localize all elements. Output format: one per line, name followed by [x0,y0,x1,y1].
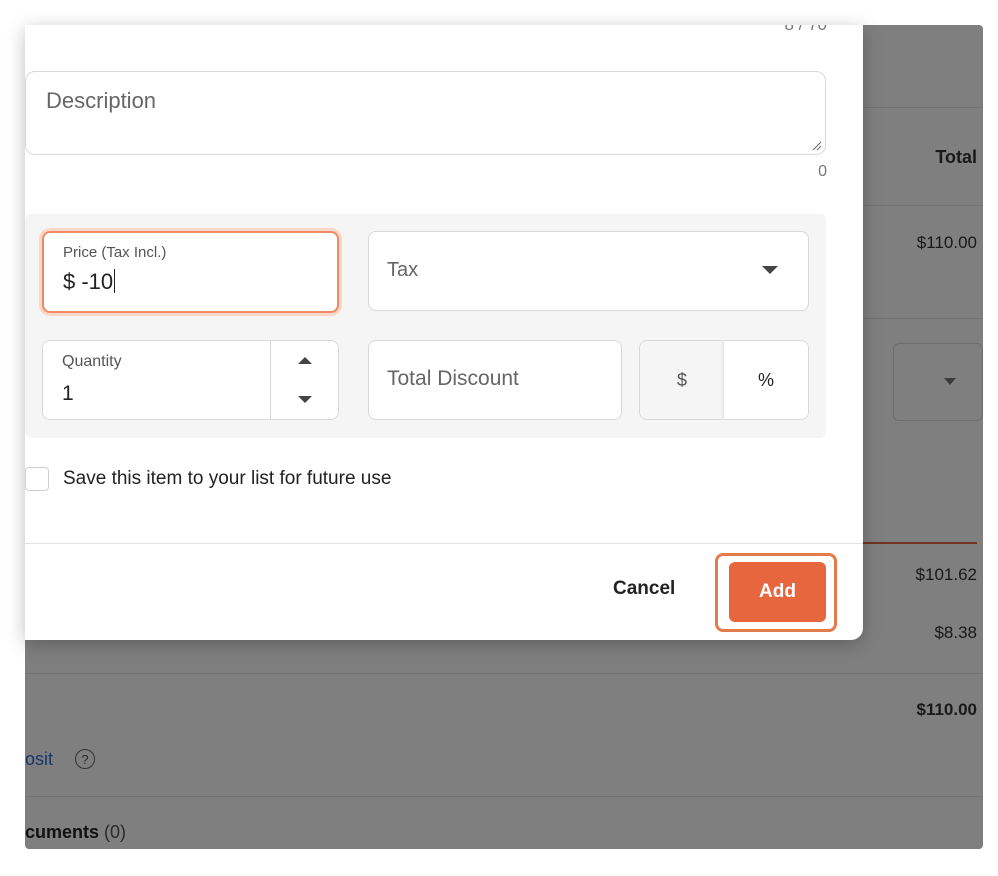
price-value-wrap: $ -10 [63,269,116,295]
tax-placeholder: Tax [387,259,419,281]
tax-select[interactable]: Tax [368,231,809,311]
total-discount-input[interactable]: Total Discount [368,340,622,420]
discount-percent-option[interactable]: % [724,341,808,419]
description-placeholder: Description [46,88,157,113]
description-char-counter: 0 [818,163,827,180]
price-input[interactable]: Price (Tax Incl.) $ -10 [42,231,339,313]
save-item-label[interactable]: Save this item to your list for future u… [63,468,391,490]
quantity-stepper[interactable]: Quantity 1 [42,340,339,420]
stepper-controls [270,341,338,419]
add-item-modal: 8 / 70 Description 0 Price (Tax Incl.) $… [25,25,863,640]
add-button[interactable]: Add [729,562,826,622]
resize-handle-icon[interactable] [812,141,822,151]
quantity-value[interactable]: 1 [62,382,74,406]
quantity-label: Quantity [62,353,122,370]
text-cursor [114,269,116,293]
price-value: $ -10 [63,269,114,294]
description-input[interactable]: Description [25,71,826,155]
discount-dollar-option[interactable]: $ [640,341,724,419]
footer-divider [25,543,863,544]
discount-placeholder: Total Discount [387,367,519,390]
save-item-checkbox[interactable] [25,467,49,491]
chevron-down-icon [762,266,778,274]
pricing-section: Price (Tax Incl.) $ -10 Tax Quantity 1 T… [25,214,826,438]
name-char-counter: 8 / 70 [784,25,827,35]
decrement-arrow-icon[interactable] [298,396,312,403]
price-label: Price (Tax Incl.) [63,244,167,261]
increment-arrow-icon[interactable] [298,357,312,364]
discount-type-toggle: $ % [639,340,809,420]
cancel-button[interactable]: Cancel [613,578,675,600]
